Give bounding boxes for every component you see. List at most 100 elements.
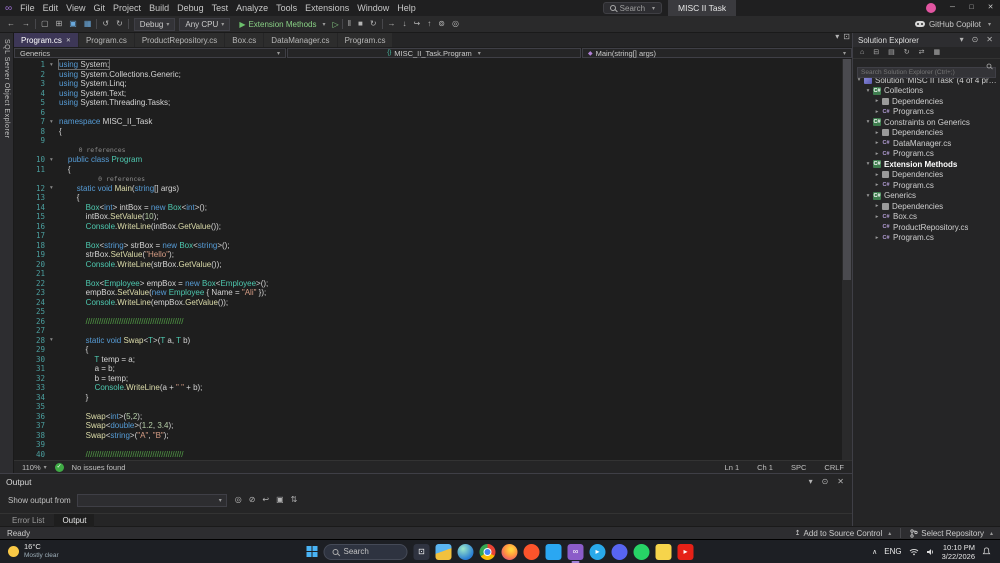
start-debugging-button[interactable]: ▶Extension Methods▾: [234, 18, 330, 31]
vscode-icon[interactable]: [546, 544, 562, 560]
code-line[interactable]: 34 }: [14, 393, 842, 403]
code-line[interactable]: 38 Swap<string>("A", "B");: [14, 431, 842, 441]
code-area[interactable]: 1▾using System;2using System.Collections…: [14, 59, 842, 460]
step-into-icon[interactable]: ↓: [401, 20, 409, 28]
zoom-control[interactable]: 110%▾: [22, 463, 47, 472]
indent-indicator[interactable]: SPC: [791, 463, 806, 472]
tree-item[interactable]: ▸C#Program.cs: [853, 149, 1000, 160]
solution-search-input[interactable]: [857, 67, 996, 78]
close-panel-icon[interactable]: ✕: [835, 478, 846, 486]
code-line[interactable]: 1▾using System;: [14, 60, 842, 70]
github-copilot-button[interactable]: GitHub Copilot▾: [915, 20, 995, 29]
tree-item[interactable]: ▾C#Extension Methods: [853, 159, 1000, 170]
code-line[interactable]: 21: [14, 269, 842, 279]
project-dropdown[interactable]: Generics▾: [14, 48, 286, 58]
float-window-icon[interactable]: ⊡: [841, 33, 852, 47]
youtube-icon[interactable]: ▸: [678, 544, 694, 560]
platform-dropdown[interactable]: Any CPU▾: [179, 18, 230, 31]
code-line[interactable]: 0 references: [14, 174, 842, 184]
menu-git[interactable]: Git: [90, 0, 110, 16]
window-position-icon[interactable]: ▾: [807, 478, 815, 486]
column-indicator[interactable]: Ch 1: [757, 463, 773, 472]
code-line[interactable]: 14 Box<int> intBox = new Box<int>();: [14, 203, 842, 213]
collapse-all-icon[interactable]: ⊟: [871, 49, 881, 56]
code-line[interactable]: 3using System.Linq;: [14, 79, 842, 89]
redo-icon[interactable]: ↻: [114, 20, 125, 28]
fold-marker-icon[interactable]: ▾: [50, 62, 59, 68]
output-source-dropdown[interactable]: ▾: [77, 494, 227, 507]
chevron-right-icon[interactable]: ▸: [873, 130, 881, 136]
window-position-icon[interactable]: ▾: [958, 36, 966, 44]
account-avatar[interactable]: [926, 3, 936, 13]
tree-item[interactable]: ▸C#Program.cs: [853, 107, 1000, 118]
tree-item[interactable]: ▾C#Generics: [853, 191, 1000, 202]
menu-debug[interactable]: Debug: [173, 0, 208, 16]
new-file-icon[interactable]: ▢: [39, 20, 51, 28]
fold-marker-icon[interactable]: ▾: [50, 185, 59, 191]
tab-program.cs[interactable]: Program.cs: [79, 33, 134, 47]
menu-window[interactable]: Window: [353, 0, 393, 16]
step-out-icon[interactable]: ↑: [425, 20, 433, 28]
toggle-autoscroll-icon[interactable]: ⇅: [289, 496, 300, 504]
tab-datamanager.cs[interactable]: DataManager.cs: [264, 33, 336, 47]
show-next-statement-icon[interactable]: →: [386, 20, 398, 28]
tree-item[interactable]: ▸Dependencies: [853, 96, 1000, 107]
tree-item[interactable]: ▸C#DataManager.cs: [853, 138, 1000, 149]
fold-marker-icon[interactable]: ▾: [50, 157, 59, 163]
chevron-right-icon[interactable]: ▸: [873, 151, 881, 157]
scrollbar-thumb[interactable]: [843, 59, 851, 280]
code-line[interactable]: 4using System.Text;: [14, 89, 842, 99]
code-line[interactable]: 40 /////////////////////////////////////…: [14, 450, 842, 460]
visual-studio-icon[interactable]: ∞: [568, 544, 584, 560]
code-line[interactable]: 32 b = temp;: [14, 374, 842, 384]
menu-tools[interactable]: Tools: [272, 0, 301, 16]
eol-indicator[interactable]: CRLF: [824, 463, 844, 472]
chevron-right-icon[interactable]: ▸: [873, 140, 881, 146]
titlebar-search[interactable]: Search ▾: [603, 2, 662, 14]
home-icon[interactable]: ⌂: [858, 49, 866, 56]
code-line[interactable]: 2using System.Collections.Generic;: [14, 70, 842, 80]
type-dropdown[interactable]: {}MISC_II_Task.Program▾: [287, 48, 581, 58]
brave-icon[interactable]: [524, 544, 540, 560]
step-over-icon[interactable]: ↪: [412, 20, 423, 28]
code-line[interactable]: 33 Console.WriteLine(a + " " + b);: [14, 383, 842, 393]
edge-icon[interactable]: [458, 544, 474, 560]
save-all-icon[interactable]: ▦: [82, 20, 94, 28]
wifi-icon[interactable]: [909, 548, 919, 556]
menu-help[interactable]: Help: [393, 0, 420, 16]
menu-file[interactable]: File: [16, 0, 39, 16]
fold-marker-icon[interactable]: ▾: [50, 119, 59, 125]
chrome-icon[interactable]: [480, 544, 496, 560]
open-file-icon[interactable]: ⊞: [54, 20, 65, 28]
discord-icon[interactable]: [612, 544, 628, 560]
code-line[interactable]: 29 {: [14, 345, 842, 355]
tree-item[interactable]: ▸C#Program.cs: [853, 233, 1000, 244]
file-explorer-icon[interactable]: [436, 544, 452, 560]
clear-all-icon[interactable]: ⊘: [247, 496, 258, 504]
sync-with-active-document-icon[interactable]: ⇄: [917, 49, 927, 56]
notification-bell-icon[interactable]: [982, 547, 991, 556]
code-line[interactable]: 12▾ static void Main(string[] args): [14, 184, 842, 194]
code-line[interactable]: 36 Swap<int>(5,2);: [14, 412, 842, 422]
configuration-dropdown[interactable]: Debug▾: [134, 18, 176, 31]
tab-close-icon[interactable]: ✕: [66, 37, 71, 44]
language-indicator[interactable]: ENG: [884, 547, 901, 556]
code-line[interactable]: 27: [14, 326, 842, 336]
chevron-down-icon[interactable]: ▾: [864, 119, 872, 125]
tab-productrepository.cs[interactable]: ProductRepository.cs: [135, 33, 224, 47]
maximize-button[interactable]: □: [962, 0, 981, 16]
code-line[interactable]: 18 Box<string> strBox = new Box<string>(…: [14, 241, 842, 251]
chevron-right-icon[interactable]: ▸: [873, 182, 881, 188]
navigate-forward-icon[interactable]: →: [20, 20, 32, 28]
menu-project[interactable]: Project: [109, 0, 145, 16]
code-line[interactable]: 15 intBox.SetValue(10);: [14, 212, 842, 222]
tree-item[interactable]: C#ProductRepository.cs: [853, 222, 1000, 233]
code-line[interactable]: 22 Box<Employee> empBox = new Box<Employ…: [14, 279, 842, 289]
code-line[interactable]: 10▾ public class Program: [14, 155, 842, 165]
menu-test[interactable]: Test: [208, 0, 233, 16]
firefox-icon[interactable]: [502, 544, 518, 560]
code-line[interactable]: 5using System.Threading.Tasks;: [14, 98, 842, 108]
minimize-button[interactable]: ─: [943, 0, 962, 16]
show-all-files-icon[interactable]: ▤: [886, 49, 897, 56]
code-line[interactable]: 20 Console.WriteLine(strBox.GetValue());: [14, 260, 842, 270]
